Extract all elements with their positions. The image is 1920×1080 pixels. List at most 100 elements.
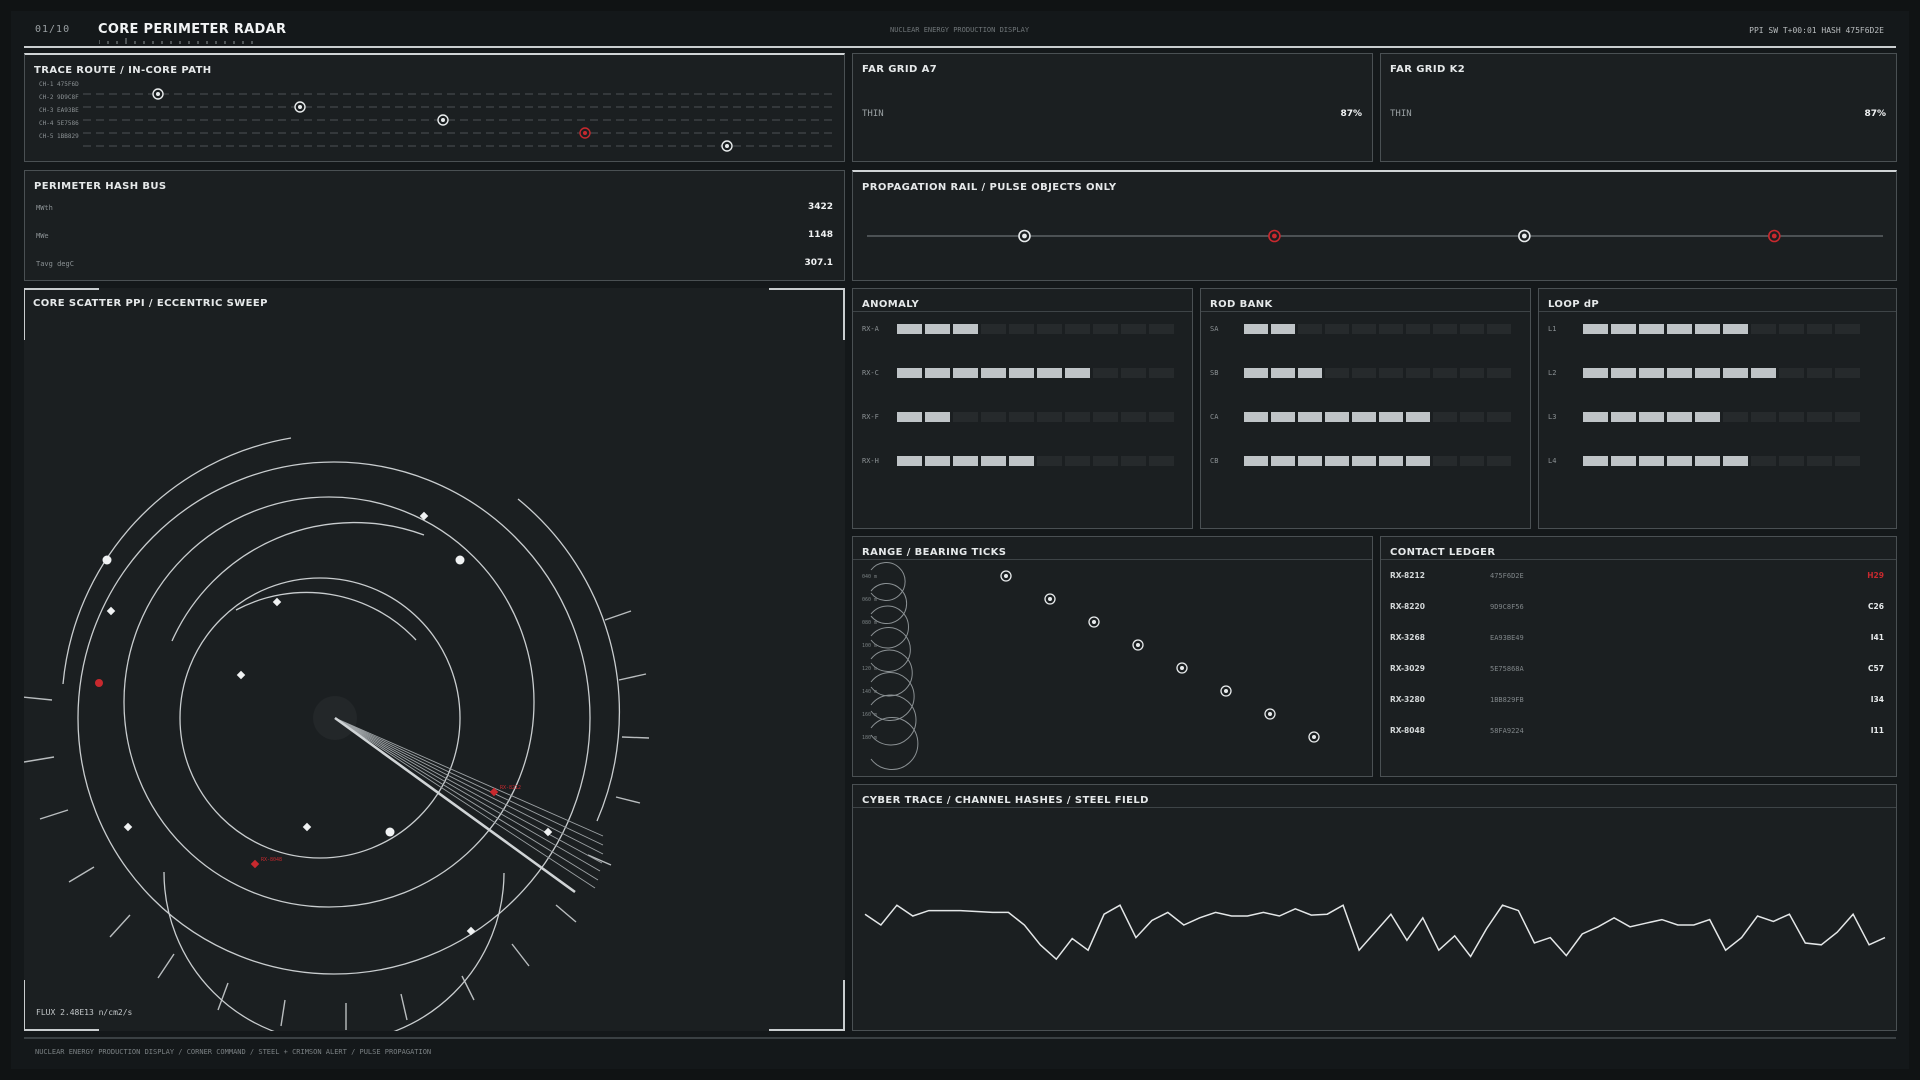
bar-segment-empty: [1460, 368, 1484, 378]
bar-segment-empty: [1779, 456, 1804, 466]
bar-segment-empty: [1487, 324, 1511, 334]
bar-segment-empty: [1009, 412, 1034, 422]
far-grid-k2-label: THIN: [1390, 109, 1412, 119]
bar-segment-empty: [1379, 368, 1403, 378]
radar-scope: RX-8212 RX-8048: [24, 288, 845, 1031]
far-grid-a7-label: THIN: [862, 109, 884, 119]
contact-hash: 5E75868A: [1490, 665, 1524, 673]
bar-segment-filled: [1325, 412, 1349, 422]
contact-code: I11: [1870, 726, 1884, 735]
bar-segment-filled: [1271, 368, 1295, 378]
bar-segment-empty: [1807, 368, 1832, 378]
ledger-row[interactable]: RX-8220 9D9C8F56 C26: [1390, 602, 1884, 616]
loop-dp-title: LOOP dP: [1548, 299, 1600, 310]
bar-segment-empty: [1835, 324, 1860, 334]
ledger-row[interactable]: RX-3029 5E75868A C57: [1390, 664, 1884, 678]
bar-segment-filled: [953, 456, 978, 466]
bar-segment-filled: [1271, 324, 1295, 334]
hash-bus-label: Tavg degC: [36, 260, 74, 268]
bar-segment-empty: [1807, 456, 1832, 466]
ledger-row[interactable]: RX-8048 58FA9224 I11: [1390, 726, 1884, 740]
bar-segment-filled: [1406, 412, 1430, 422]
bar-segment-empty: [1121, 412, 1146, 422]
bar-segment-filled: [953, 368, 978, 378]
cyber-trace-plot: [864, 904, 1886, 961]
bar-segment-empty: [1093, 324, 1118, 334]
bar-row-label: L1: [1548, 325, 1557, 333]
anomaly-title: ANOMALY: [862, 299, 920, 310]
trace-route-panel: TRACE ROUTE / IN-CORE PATH CH-1 475F6D C…: [24, 53, 845, 162]
bar-segment-filled: [1639, 412, 1664, 422]
bar-segment-filled: [1352, 412, 1376, 422]
bar-segment-empty: [1406, 368, 1430, 378]
partial-ring: [171, 521, 425, 642]
bar-segment-filled: [1639, 368, 1664, 378]
bar-segment-filled: [1611, 412, 1636, 422]
bar-segment-empty: [1093, 412, 1118, 422]
bar-segment-filled: [925, 324, 950, 334]
bar-segment-empty: [1433, 456, 1457, 466]
diamond-blip: [236, 670, 246, 680]
bar-segment-empty: [1065, 324, 1090, 334]
bar-segment-empty: [1835, 456, 1860, 466]
far-grid-k2-title: FAR GRID K2: [1390, 64, 1466, 75]
hash-bus-value: 307.1: [804, 258, 833, 268]
far-grid-a7-panel: FAR GRID A7 THIN 87%: [852, 53, 1373, 162]
bar-segment-empty: [1121, 368, 1146, 378]
bar-segment-empty: [981, 412, 1006, 422]
ring-blip: [385, 827, 395, 837]
diamond-blip: [272, 597, 282, 607]
bar-segment-empty: [1460, 412, 1484, 422]
bar-segment-empty: [1009, 324, 1034, 334]
ledger-row[interactable]: RX-3280 1BB829FB I34: [1390, 695, 1884, 709]
hash-bus-title: PERIMETER HASH BUS: [34, 181, 167, 192]
path-node-core: [298, 105, 302, 109]
path-node-core: [441, 118, 445, 122]
bar-segment-filled: [1009, 456, 1034, 466]
rod-bank-title: ROD BANK: [1210, 299, 1273, 310]
diamond-blip: [123, 822, 133, 832]
contact-hash: 475F6D2E: [1490, 572, 1524, 580]
bar-segment-empty: [1149, 456, 1174, 466]
range-arc: [870, 717, 919, 770]
corner-bracket: [24, 288, 99, 340]
bar-segment-empty: [1037, 324, 1062, 334]
bar-segment-filled: [1583, 324, 1608, 334]
bar-segment-filled: [1244, 412, 1268, 422]
target-label: RX-8048: [261, 857, 282, 863]
bar-segment-empty: [1037, 456, 1062, 466]
bar-segment-empty: [953, 412, 978, 422]
bar-segment-empty: [1487, 456, 1511, 466]
ledger-row[interactable]: RX-8212 475F6D2E H29: [1390, 571, 1884, 585]
bar-segment-empty: [1298, 324, 1322, 334]
ring-blip: [455, 555, 465, 565]
bar-segment-filled: [1611, 368, 1636, 378]
level-bar: [1583, 368, 1860, 378]
contact-id: RX-8048: [1390, 726, 1425, 735]
ring-blip: [102, 555, 112, 565]
bar-segment-filled: [897, 368, 922, 378]
bar-segment-filled: [1298, 456, 1322, 466]
bar-segment-empty: [1723, 412, 1748, 422]
bar-segment-filled: [1667, 412, 1692, 422]
bar-segment-empty: [1325, 324, 1349, 334]
diamond-blip: [106, 606, 116, 616]
bar-segment-filled: [1723, 324, 1748, 334]
bar-segment-empty: [1149, 412, 1174, 422]
bar-segment-filled: [1244, 456, 1268, 466]
bar-segment-filled: [1695, 412, 1720, 422]
range-label: 100 m: [862, 643, 877, 649]
bar-segment-filled: [1667, 324, 1692, 334]
propagation-rail: [867, 229, 1883, 243]
bar-row-label: RX-A: [862, 325, 879, 333]
contact-hash: 9D9C8F56: [1490, 603, 1524, 611]
header-center-label: NUCLEAR ENERGY PRODUCTION DISPLAY: [890, 26, 1030, 34]
bar-segment-filled: [981, 368, 1006, 378]
bar-segment-empty: [1121, 456, 1146, 466]
contact-hash: 58FA9224: [1490, 727, 1524, 735]
ledger-row[interactable]: RX-3268 EA93BE49 I41: [1390, 633, 1884, 647]
hash-bus-value: 1148: [807, 230, 833, 240]
contact-code: C26: [1868, 602, 1884, 611]
range-label: 140 m: [862, 689, 877, 695]
rod-bank-panel: ROD BANK SA SB CA CB: [1200, 288, 1531, 529]
